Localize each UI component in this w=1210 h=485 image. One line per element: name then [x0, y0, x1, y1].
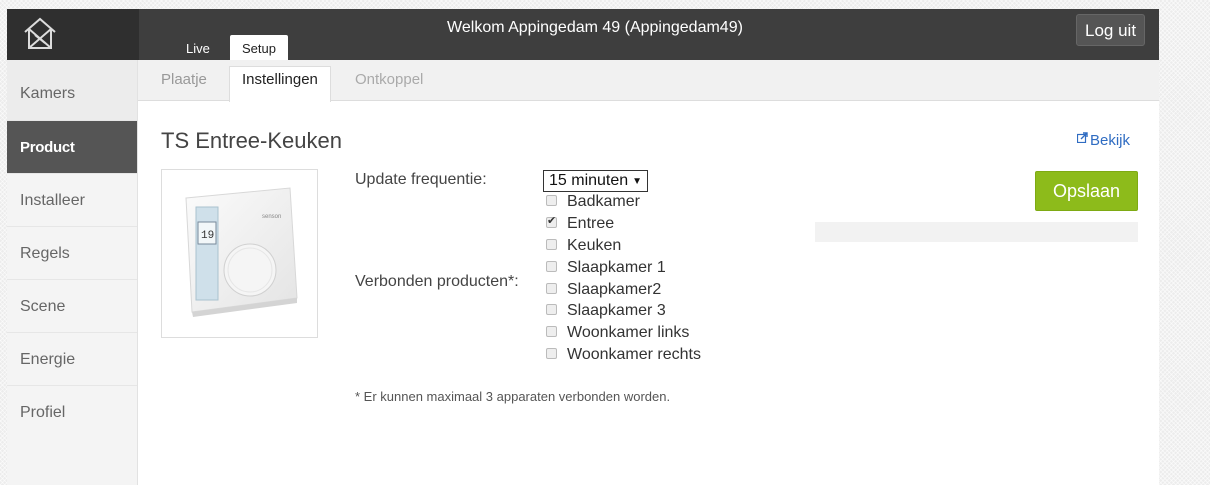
connected-products-label: Verbonden producten*:: [355, 273, 519, 290]
checkbox-label: Entree: [567, 214, 615, 232]
checkbox-item[interactable]: Slaapkamer 1: [546, 259, 701, 281]
footnote: * Er kunnen maximaal 3 apparaten verbond…: [355, 389, 671, 404]
top-bar: Live Setup Welkom Appingedam 49 (Appinge…: [7, 9, 1159, 60]
checkbox-item[interactable]: Badkamer: [546, 193, 701, 215]
checkbox-item[interactable]: Slaapkamer 3: [546, 302, 701, 324]
status-bar: [815, 222, 1138, 242]
svg-text:19: 19: [201, 230, 214, 242]
sidebar-item-energie[interactable]: Energie: [7, 333, 137, 386]
sidebar-item-profiel[interactable]: Profiel: [7, 386, 137, 439]
welcome-text: Welkom Appingedam 49 (Appingedam49): [447, 19, 743, 36]
house-logo-icon: [24, 17, 56, 49]
sidebar-item-product[interactable]: Product: [7, 121, 137, 174]
view-link[interactable]: Bekijk: [1076, 132, 1131, 149]
external-link-icon: [1076, 132, 1088, 144]
checkbox-icon[interactable]: [546, 195, 557, 206]
checkbox-icon[interactable]: [546, 304, 557, 316]
tab-instellingen[interactable]: Instellingen: [229, 66, 331, 102]
tab-ontkoppel[interactable]: Ontkoppel: [355, 71, 423, 88]
chevron-down-icon: ▼: [632, 176, 643, 187]
save-button[interactable]: Opslaan: [1035, 171, 1138, 211]
checkbox-item[interactable]: Woonkamer rechts: [546, 346, 701, 368]
checkbox-label: Slaapkamer 3: [567, 302, 666, 320]
checkbox-icon[interactable]: [546, 238, 557, 250]
view-link-label: Bekijk: [1090, 132, 1131, 149]
checkbox-label: Slaapkamer2: [567, 280, 662, 298]
tab-setup[interactable]: Setup: [230, 35, 288, 60]
logout-button[interactable]: Log uit: [1076, 14, 1146, 46]
svg-text:senson: senson: [262, 214, 281, 220]
sidebar: Kamers Product Installeer Regels Scene E…: [7, 60, 138, 485]
checkbox-icon[interactable]: [546, 326, 557, 338]
checkbox-item[interactable]: Entree: [546, 214, 701, 237]
checkbox-label: Woonkamer rechts: [567, 346, 701, 364]
checkbox-item[interactable]: Keuken: [546, 237, 701, 259]
logo[interactable]: [7, 9, 139, 60]
checkbox-label: Badkamer: [567, 193, 640, 210]
checkbox-icon[interactable]: [546, 260, 557, 272]
tab-live[interactable]: Live: [174, 38, 222, 60]
sidebar-item-scene[interactable]: Scene: [7, 280, 137, 333]
sub-tabs: Plaatje Instellingen Ontkoppel: [138, 60, 1159, 102]
sidebar-item-installeer[interactable]: Installeer: [7, 174, 137, 227]
checkbox-icon[interactable]: [546, 348, 557, 360]
page-title: TS Entree-Keuken: [161, 128, 342, 153]
product-image: 19 senson: [161, 169, 318, 338]
checkbox-label: Keuken: [567, 236, 622, 254]
checkbox-item[interactable]: Slaapkamer2: [546, 281, 701, 303]
sidebar-item-kamers[interactable]: Kamers: [7, 60, 137, 121]
checkbox-label: Woonkamer links: [567, 324, 690, 342]
checkbox-label: Slaapkamer 1: [567, 258, 666, 276]
checkbox-icon[interactable]: [546, 214, 557, 228]
checkbox-item[interactable]: Woonkamer links: [546, 324, 701, 346]
update-frequency-label: Update frequentie:: [355, 171, 487, 188]
sidebar-item-regels[interactable]: Regels: [7, 227, 137, 280]
update-frequency-value: 15 minuten: [549, 172, 629, 189]
tab-plaatje[interactable]: Plaatje: [161, 71, 207, 88]
update-frequency-select[interactable]: 15 minuten ▼: [543, 170, 649, 192]
checkbox-icon[interactable]: [546, 282, 557, 294]
connected-products-list: Badkamer Entree Keuken Slaapkamer 1 Slaa…: [546, 193, 701, 368]
